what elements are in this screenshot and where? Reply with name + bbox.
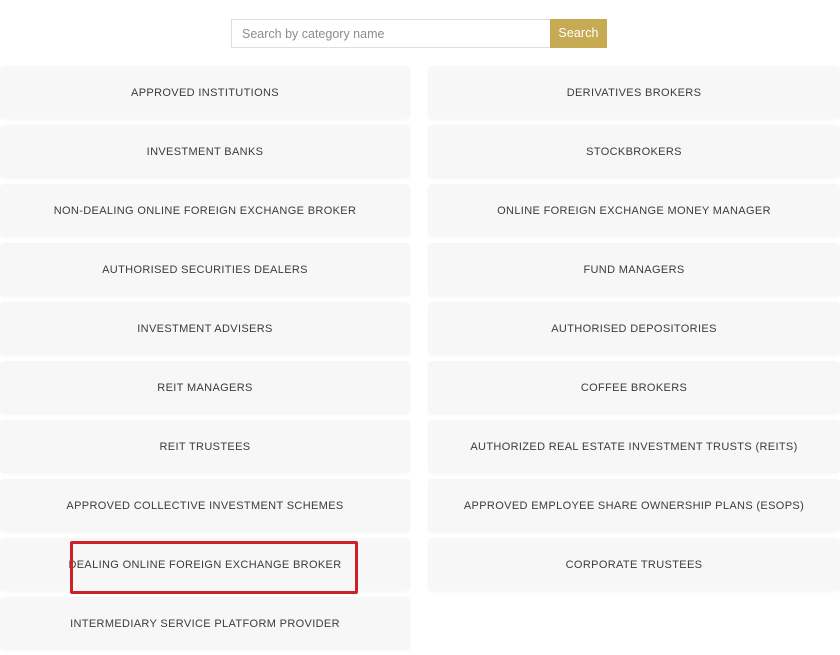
category-tile[interactable]: APPROVED COLLECTIVE INVESTMENT SCHEMES xyxy=(0,479,410,532)
category-tile-label: DERIVATIVES BROKERS xyxy=(566,86,702,99)
category-tile[interactable]: FUND MANAGERS xyxy=(428,243,840,296)
category-tile-label: CORPORATE TRUSTEES xyxy=(565,558,703,571)
category-tile-label: DEALING ONLINE FOREIGN EXCHANGE BROKER xyxy=(68,558,342,571)
category-tile-dealing-online-forex-broker[interactable]: DEALING ONLINE FOREIGN EXCHANGE BROKER xyxy=(0,538,410,591)
category-tile[interactable]: NON-DEALING ONLINE FOREIGN EXCHANGE BROK… xyxy=(0,184,410,237)
category-tile-label: APPROVED INSTITUTIONS xyxy=(131,86,279,99)
search-button[interactable]: Search xyxy=(550,19,607,48)
category-tile[interactable]: STOCKBROKERS xyxy=(428,125,840,178)
category-tile-label: STOCKBROKERS xyxy=(586,145,682,158)
category-tile[interactable]: DERIVATIVES BROKERS xyxy=(428,66,840,119)
category-tile-label: ONLINE FOREIGN EXCHANGE MONEY MANAGER xyxy=(497,204,771,217)
category-tile[interactable]: APPROVED INSTITUTIONS xyxy=(0,66,410,119)
search-input[interactable] xyxy=(231,19,550,48)
category-tile-label: APPROVED COLLECTIVE INVESTMENT SCHEMES xyxy=(66,499,344,512)
category-tile-label: INVESTMENT ADVISERS xyxy=(137,322,273,335)
category-tile-label: REIT TRUSTEES xyxy=(159,440,251,453)
category-tile[interactable]: APPROVED EMPLOYEE SHARE OWNERSHIP PLANS … xyxy=(428,479,840,532)
category-tile-label: REIT MANAGERS xyxy=(157,381,253,394)
category-tile-label: COFFEE BROKERS xyxy=(580,381,688,394)
category-column-right: DERIVATIVES BROKERS STOCKBROKERS ONLINE … xyxy=(428,66,840,650)
category-tile-label: INVESTMENT BANKS xyxy=(146,145,264,158)
category-tile[interactable]: INTERMEDIARY SERVICE PLATFORM PROVIDER xyxy=(0,597,410,650)
category-tile[interactable]: REIT TRUSTEES xyxy=(0,420,410,473)
category-column-left: APPROVED INSTITUTIONS INVESTMENT BANKS N… xyxy=(0,66,410,650)
search-bar: Search xyxy=(231,19,607,48)
category-tile[interactable]: AUTHORISED SECURITIES DEALERS xyxy=(0,243,410,296)
category-tile-label: AUTHORISED SECURITIES DEALERS xyxy=(102,263,308,276)
category-tile[interactable]: CORPORATE TRUSTEES xyxy=(428,538,840,591)
category-tile[interactable]: ONLINE FOREIGN EXCHANGE MONEY MANAGER xyxy=(428,184,840,237)
category-tile[interactable]: INVESTMENT BANKS xyxy=(0,125,410,178)
category-browser-page: Search APPROVED INSTITUTIONS INVESTMENT … xyxy=(0,0,840,655)
category-tile-label: AUTHORIZED REAL ESTATE INVESTMENT TRUSTS… xyxy=(470,440,798,453)
category-grid: APPROVED INSTITUTIONS INVESTMENT BANKS N… xyxy=(0,66,840,650)
category-tile-label: NON-DEALING ONLINE FOREIGN EXCHANGE BROK… xyxy=(53,204,357,217)
category-tile-label: FUND MANAGERS xyxy=(583,263,685,276)
category-tile[interactable]: INVESTMENT ADVISERS xyxy=(0,302,410,355)
category-tile[interactable]: REIT MANAGERS xyxy=(0,361,410,414)
category-tile-label: APPROVED EMPLOYEE SHARE OWNERSHIP PLANS … xyxy=(463,499,805,512)
category-tile-label: INTERMEDIARY SERVICE PLATFORM PROVIDER xyxy=(70,617,340,630)
category-tile-label: AUTHORISED DEPOSITORIES xyxy=(551,322,717,335)
category-tile[interactable]: AUTHORIZED REAL ESTATE INVESTMENT TRUSTS… xyxy=(428,420,840,473)
category-tile[interactable]: COFFEE BROKERS xyxy=(428,361,840,414)
category-tile[interactable]: AUTHORISED DEPOSITORIES xyxy=(428,302,840,355)
